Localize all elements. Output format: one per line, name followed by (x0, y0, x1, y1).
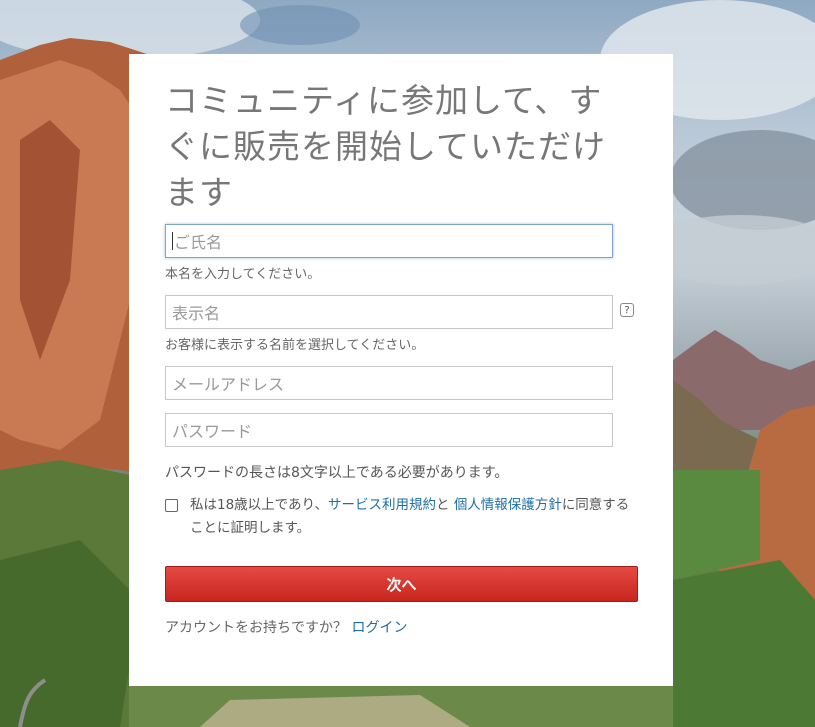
password-input[interactable]: パスワード (165, 413, 613, 447)
email-group: メールアドレス (165, 366, 635, 400)
next-button[interactable]: 次へ (165, 566, 638, 602)
help-icon[interactable]: ? (620, 303, 634, 317)
password-placeholder: パスワード (172, 422, 253, 441)
email-placeholder: メールアドレス (172, 375, 285, 394)
display-name-placeholder: 表示名 (172, 304, 221, 323)
login-prompt: アカウントをお持ちですか？ (165, 620, 347, 636)
full-name-placeholder: ご氏名 (174, 233, 223, 252)
text-caret (172, 232, 173, 250)
display-name-hint: お客様に表示する名前を選択してください。 (165, 338, 425, 353)
display-name-input[interactable]: 表示名 (165, 295, 613, 329)
login-link[interactable]: ログイン (351, 620, 407, 636)
agreement-text: 私は18歳以上であり、サービス利用規約と 個人情報保護方針に同意することに証明し… (190, 494, 640, 540)
page-title: コミュニティに参加して、すぐに販売を開始していただけます (165, 81, 607, 212)
full-name-input[interactable]: ご氏名 (165, 224, 613, 258)
password-group: パスワード (165, 413, 635, 447)
login-line: アカウントをお持ちですか？ ログイン (165, 617, 635, 637)
next-button-row: 次へ (165, 566, 638, 602)
display-name-group: 表示名 ? お客様に表示する名前を選択してください。 (165, 295, 635, 353)
agreement-text-before: 私は18歳以上であり、 (190, 497, 329, 513)
privacy-link[interactable]: 個人情報保護方針 (454, 497, 562, 513)
agreement-checkbox[interactable] (165, 499, 178, 512)
email-input[interactable]: メールアドレス (165, 366, 613, 400)
password-rule: パスワードの長さは8文字以上である必要があります。 (165, 465, 509, 481)
full-name-group: ご氏名 本名を入力してください。 (165, 224, 635, 282)
agreement-row: 私は18歳以上であり、サービス利用規約と 個人情報保護方針に同意することに証明し… (165, 494, 640, 540)
full-name-hint: 本名を入力してください。 (165, 267, 321, 282)
terms-link[interactable]: サービス利用規約 (328, 497, 436, 513)
agreement-text-and: と (436, 497, 454, 513)
signup-card: コミュニティに参加して、すぐに販売を開始していただけます ご氏名 本名を入力して… (129, 54, 673, 686)
